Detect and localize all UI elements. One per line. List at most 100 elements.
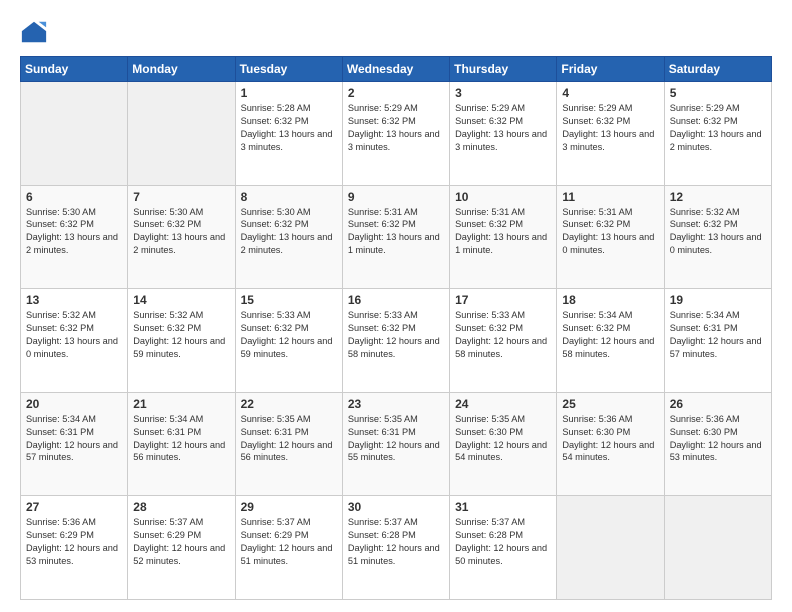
- calendar-body: 1 Sunrise: 5:28 AM Sunset: 6:32 PM Daylig…: [21, 82, 772, 600]
- calendar-cell: [664, 496, 771, 600]
- day-number: 25: [562, 397, 659, 411]
- day-info: Sunrise: 5:32 AM Sunset: 6:32 PM Dayligh…: [26, 309, 123, 361]
- header-day: Wednesday: [342, 57, 449, 82]
- calendar-cell: 14 Sunrise: 5:32 AM Sunset: 6:32 PM Dayli…: [128, 289, 235, 393]
- day-info: Sunrise: 5:31 AM Sunset: 6:32 PM Dayligh…: [348, 206, 445, 258]
- calendar-cell: 18 Sunrise: 5:34 AM Sunset: 6:32 PM Dayli…: [557, 289, 664, 393]
- header-day: Tuesday: [235, 57, 342, 82]
- day-number: 19: [670, 293, 767, 307]
- day-number: 27: [26, 500, 123, 514]
- day-info: Sunrise: 5:31 AM Sunset: 6:32 PM Dayligh…: [455, 206, 552, 258]
- calendar-cell: 28 Sunrise: 5:37 AM Sunset: 6:29 PM Dayli…: [128, 496, 235, 600]
- calendar-cell: 31Sunrise: 5:37 AM Sunset: 6:28 PM Dayli…: [450, 496, 557, 600]
- calendar-cell: 2 Sunrise: 5:29 AM Sunset: 6:32 PM Daylig…: [342, 82, 449, 186]
- calendar-cell: 10 Sunrise: 5:31 AM Sunset: 6:32 PM Dayli…: [450, 185, 557, 289]
- day-info: Sunrise: 5:37 AM Sunset: 6:29 PM Dayligh…: [241, 516, 338, 568]
- day-number: 10: [455, 190, 552, 204]
- day-number: 7: [133, 190, 230, 204]
- header-day: Friday: [557, 57, 664, 82]
- calendar-cell: 20 Sunrise: 5:34 AM Sunset: 6:31 PM Dayli…: [21, 392, 128, 496]
- day-info: Sunrise: 5:29 AM Sunset: 6:32 PM Dayligh…: [348, 102, 445, 154]
- calendar-cell: [21, 82, 128, 186]
- day-info: Sunrise: 5:32 AM Sunset: 6:32 PM Dayligh…: [670, 206, 767, 258]
- calendar-week-row: 1 Sunrise: 5:28 AM Sunset: 6:32 PM Daylig…: [21, 82, 772, 186]
- day-info: Sunrise: 5:33 AM Sunset: 6:32 PM Dayligh…: [241, 309, 338, 361]
- day-info: Sunrise: 5:37 AM Sunset: 6:28 PM Dayligh…: [455, 516, 552, 568]
- day-number: 29: [241, 500, 338, 514]
- day-number: 26: [670, 397, 767, 411]
- day-number: 28: [133, 500, 230, 514]
- calendar-cell: 17 Sunrise: 5:33 AM Sunset: 6:32 PM Dayli…: [450, 289, 557, 393]
- calendar-cell: 3 Sunrise: 5:29 AM Sunset: 6:32 PM Daylig…: [450, 82, 557, 186]
- header-day: Thursday: [450, 57, 557, 82]
- calendar-week-row: 20 Sunrise: 5:34 AM Sunset: 6:31 PM Dayli…: [21, 392, 772, 496]
- day-info: Sunrise: 5:34 AM Sunset: 6:31 PM Dayligh…: [670, 309, 767, 361]
- day-number: 30: [348, 500, 445, 514]
- day-number: 5: [670, 86, 767, 100]
- day-info: Sunrise: 5:36 AM Sunset: 6:30 PM Dayligh…: [670, 413, 767, 465]
- day-info: Sunrise: 5:36 AM Sunset: 6:30 PM Dayligh…: [562, 413, 659, 465]
- day-info: Sunrise: 5:37 AM Sunset: 6:29 PM Dayligh…: [133, 516, 230, 568]
- calendar-cell: 4 Sunrise: 5:29 AM Sunset: 6:32 PM Daylig…: [557, 82, 664, 186]
- day-info: Sunrise: 5:28 AM Sunset: 6:32 PM Dayligh…: [241, 102, 338, 154]
- calendar-cell: [128, 82, 235, 186]
- calendar-cell: 30 Sunrise: 5:37 AM Sunset: 6:28 PM Dayli…: [342, 496, 449, 600]
- day-info: Sunrise: 5:34 AM Sunset: 6:31 PM Dayligh…: [26, 413, 123, 465]
- day-number: 8: [241, 190, 338, 204]
- header-row: SundayMondayTuesdayWednesdayThursdayFrid…: [21, 57, 772, 82]
- header-day: Monday: [128, 57, 235, 82]
- logo: [20, 18, 52, 46]
- day-info: Sunrise: 5:35 AM Sunset: 6:31 PM Dayligh…: [348, 413, 445, 465]
- calendar-cell: 26 Sunrise: 5:36 AM Sunset: 6:30 PM Dayli…: [664, 392, 771, 496]
- header-day: Saturday: [664, 57, 771, 82]
- day-info: Sunrise: 5:29 AM Sunset: 6:32 PM Dayligh…: [670, 102, 767, 154]
- day-info: Sunrise: 5:34 AM Sunset: 6:32 PM Dayligh…: [562, 309, 659, 361]
- day-number: 22: [241, 397, 338, 411]
- day-info: Sunrise: 5:36 AM Sunset: 6:29 PM Dayligh…: [26, 516, 123, 568]
- day-info: Sunrise: 5:32 AM Sunset: 6:32 PM Dayligh…: [133, 309, 230, 361]
- day-number: 23: [348, 397, 445, 411]
- day-info: Sunrise: 5:29 AM Sunset: 6:32 PM Dayligh…: [562, 102, 659, 154]
- calendar-cell: 11Sunrise: 5:31 AM Sunset: 6:32 PM Dayli…: [557, 185, 664, 289]
- day-number: 3: [455, 86, 552, 100]
- calendar-cell: 22 Sunrise: 5:35 AM Sunset: 6:31 PM Dayli…: [235, 392, 342, 496]
- calendar-cell: 27 Sunrise: 5:36 AM Sunset: 6:29 PM Dayli…: [21, 496, 128, 600]
- day-info: Sunrise: 5:37 AM Sunset: 6:28 PM Dayligh…: [348, 516, 445, 568]
- day-info: Sunrise: 5:34 AM Sunset: 6:31 PM Dayligh…: [133, 413, 230, 465]
- day-number: 1: [241, 86, 338, 100]
- page: SundayMondayTuesdayWednesdayThursdayFrid…: [0, 0, 792, 612]
- calendar-cell: 21Sunrise: 5:34 AM Sunset: 6:31 PM Dayli…: [128, 392, 235, 496]
- header-day: Sunday: [21, 57, 128, 82]
- day-number: 9: [348, 190, 445, 204]
- calendar-cell: 15 Sunrise: 5:33 AM Sunset: 6:32 PM Dayli…: [235, 289, 342, 393]
- day-number: 18: [562, 293, 659, 307]
- calendar-cell: 13 Sunrise: 5:32 AM Sunset: 6:32 PM Dayli…: [21, 289, 128, 393]
- day-number: 17: [455, 293, 552, 307]
- day-number: 16: [348, 293, 445, 307]
- calendar-cell: 12Sunrise: 5:32 AM Sunset: 6:32 PM Dayli…: [664, 185, 771, 289]
- calendar-cell: 24Sunrise: 5:35 AM Sunset: 6:30 PM Dayli…: [450, 392, 557, 496]
- calendar-cell: 19 Sunrise: 5:34 AM Sunset: 6:31 PM Dayli…: [664, 289, 771, 393]
- day-number: 2: [348, 86, 445, 100]
- day-number: 20: [26, 397, 123, 411]
- calendar-header: SundayMondayTuesdayWednesdayThursdayFrid…: [21, 57, 772, 82]
- calendar-cell: 7Sunrise: 5:30 AM Sunset: 6:32 PM Daylig…: [128, 185, 235, 289]
- calendar-cell: 8Sunrise: 5:30 AM Sunset: 6:32 PM Daylig…: [235, 185, 342, 289]
- day-number: 6: [26, 190, 123, 204]
- day-number: 4: [562, 86, 659, 100]
- calendar-cell: 29 Sunrise: 5:37 AM Sunset: 6:29 PM Dayli…: [235, 496, 342, 600]
- day-info: Sunrise: 5:35 AM Sunset: 6:30 PM Dayligh…: [455, 413, 552, 465]
- day-number: 15: [241, 293, 338, 307]
- day-number: 13: [26, 293, 123, 307]
- day-info: Sunrise: 5:29 AM Sunset: 6:32 PM Dayligh…: [455, 102, 552, 154]
- calendar: SundayMondayTuesdayWednesdayThursdayFrid…: [20, 56, 772, 600]
- calendar-cell: 1 Sunrise: 5:28 AM Sunset: 6:32 PM Daylig…: [235, 82, 342, 186]
- calendar-cell: [557, 496, 664, 600]
- day-info: Sunrise: 5:35 AM Sunset: 6:31 PM Dayligh…: [241, 413, 338, 465]
- day-number: 14: [133, 293, 230, 307]
- calendar-cell: 5 Sunrise: 5:29 AM Sunset: 6:32 PM Daylig…: [664, 82, 771, 186]
- calendar-week-row: 6Sunrise: 5:30 AM Sunset: 6:32 PM Daylig…: [21, 185, 772, 289]
- day-info: Sunrise: 5:33 AM Sunset: 6:32 PM Dayligh…: [455, 309, 552, 361]
- calendar-week-row: 27 Sunrise: 5:36 AM Sunset: 6:29 PM Dayli…: [21, 496, 772, 600]
- calendar-week-row: 13 Sunrise: 5:32 AM Sunset: 6:32 PM Dayli…: [21, 289, 772, 393]
